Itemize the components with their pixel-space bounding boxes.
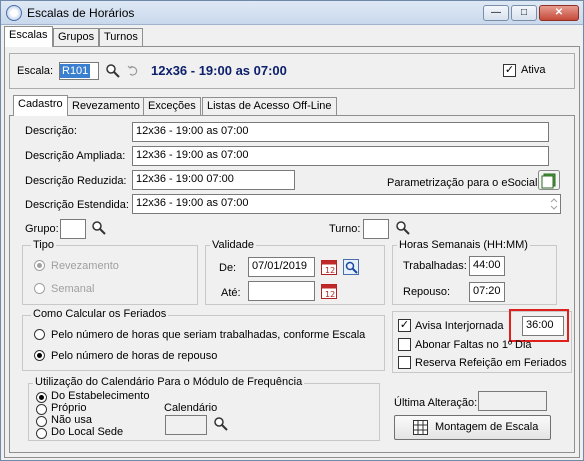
calendario-input xyxy=(165,415,207,435)
reduzida-label: Descrição Reduzida: xyxy=(25,175,127,187)
calendar-icon[interactable]: 12 xyxy=(321,259,337,275)
tipo-semanal-radio[interactable] xyxy=(34,283,45,294)
cal-local-sede-label: Do Local Sede xyxy=(51,426,124,438)
ativa-checkbox[interactable]: ✓ xyxy=(503,64,516,77)
cal-estabelecimento-radio[interactable] xyxy=(36,392,47,403)
ampliada-input[interactable]: 12x36 - 19:00 as 07:00 xyxy=(132,146,549,166)
grupo-search-icon[interactable] xyxy=(91,220,107,236)
validade-legend: Validade xyxy=(210,239,256,251)
cal-proprio-radio[interactable] xyxy=(36,404,47,415)
escalas-window: Escalas de Horários — □ ✕ Escalas Grupos… xyxy=(0,0,584,461)
ate-label: Até: xyxy=(221,287,241,299)
grid-icon xyxy=(413,420,428,435)
svg-text:12: 12 xyxy=(325,290,335,299)
cal-proprio-label: Próprio xyxy=(51,402,87,414)
tab-cadastro[interactable]: Cadastro xyxy=(13,95,68,116)
preview-icon[interactable] xyxy=(343,259,359,275)
tipo-legend: Tipo xyxy=(31,239,56,251)
escala-code-field[interactable]: R101 xyxy=(59,62,99,80)
tipo-semanal-label: Semanal xyxy=(51,283,95,295)
svg-text:12: 12 xyxy=(325,266,335,275)
feriados-repouso-label: Pelo número de horas de repouso xyxy=(51,350,218,362)
tab-listas-acesso[interactable]: Listas de Acesso Off-Line xyxy=(202,97,337,116)
calendario-label: Calendário xyxy=(164,402,218,414)
tab-revezamento[interactable]: Revezamento xyxy=(67,97,145,116)
cal-local-sede-radio[interactable] xyxy=(36,428,47,439)
feriados-group xyxy=(22,315,385,371)
avisa-interjornada-checkbox[interactable]: ✓ xyxy=(398,319,411,332)
cal-nao-usa-radio[interactable] xyxy=(36,416,47,427)
feriados-trabalhadas-label: Pelo número de horas que seriam trabalha… xyxy=(51,329,366,341)
abonar-faltas-label: Abonar Faltas no 1º Dia xyxy=(415,339,532,351)
feriados-repouso-radio[interactable] xyxy=(34,350,45,361)
repouso-label: Repouso: xyxy=(403,286,451,298)
esocial-icon[interactable] xyxy=(538,170,560,190)
ate-date-input[interactable] xyxy=(248,281,315,301)
ampliada-label: Descrição Ampliada: xyxy=(25,150,126,162)
tipo-revezamento-label: Revezamento xyxy=(51,260,119,272)
calendario-legend: Utilização do Calendário Para o Módulo d… xyxy=(33,376,305,388)
tab-grupos[interactable]: Grupos xyxy=(53,28,100,47)
reserva-refeicao-checkbox[interactable] xyxy=(398,356,411,369)
estendida-input[interactable]: 12x36 - 19:00 as 07:00 xyxy=(132,194,561,214)
trabalhadas-label: Trabalhadas: xyxy=(403,260,467,272)
horas-legend: Horas Semanais (HH:MM) xyxy=(397,239,530,251)
turno-input[interactable] xyxy=(363,219,389,239)
turno-label: Turno: xyxy=(329,223,361,235)
grupo-label: Grupo: xyxy=(25,223,59,235)
avisa-interjornada-input[interactable]: 36:00 xyxy=(522,316,564,336)
montagem-escala-label: Montagem de Escala xyxy=(435,421,539,433)
estendida-label: Descrição Estendida: xyxy=(25,199,129,211)
de-label: De: xyxy=(219,262,237,274)
cal-nao-usa-label: Não usa xyxy=(51,414,92,426)
montagem-escala-button[interactable]: Montagem de Escala xyxy=(394,415,551,440)
tab-turnos[interactable]: Turnos xyxy=(99,28,143,47)
ultima-alteracao-label: Última Alteração: xyxy=(394,397,478,409)
reserva-refeicao-label: Reserva Refeição em Feriados xyxy=(415,357,567,369)
tipo-revezamento-radio[interactable] xyxy=(34,260,45,271)
close-button[interactable]: ✕ xyxy=(539,5,579,21)
tab-escalas[interactable]: Escalas xyxy=(4,26,53,47)
trabalhadas-input[interactable]: 44:00 xyxy=(469,256,505,276)
descricao-label: Descrição: xyxy=(25,125,77,137)
repouso-input[interactable]: 07:20 xyxy=(469,282,505,302)
minimize-button[interactable]: — xyxy=(483,5,509,21)
calendario-search-icon[interactable] xyxy=(213,416,229,432)
turno-search-icon[interactable] xyxy=(395,220,411,236)
escala-label: Escala: xyxy=(17,65,54,77)
calendar-ate-icon[interactable]: 12 xyxy=(321,283,337,299)
esocial-label: Parametrização para o eSocial: xyxy=(387,177,541,189)
descricao-input[interactable]: 12x36 - 19:00 as 07:00 xyxy=(132,122,549,142)
feriados-legend: Como Calcular os Feriados xyxy=(31,308,169,320)
tipo-group xyxy=(22,245,198,305)
escala-name: 12x36 - 19:00 as 07:00 xyxy=(151,63,287,78)
scrollbar-icon[interactable] xyxy=(548,196,560,212)
reduzida-input[interactable]: 12x36 - 19:00 07:00 xyxy=(132,170,295,190)
grupo-input[interactable] xyxy=(60,219,86,239)
title-bar: Escalas de Horários — □ ✕ xyxy=(1,1,583,25)
app-icon xyxy=(6,5,22,21)
de-date-input[interactable]: 07/01/2019 xyxy=(248,257,315,277)
window-title: Escalas de Horários xyxy=(27,6,135,20)
ultima-alteracao-field xyxy=(478,391,547,411)
avisa-interjornada-label: Avisa Interjornada xyxy=(415,320,504,332)
ativa-label: Ativa xyxy=(521,64,546,76)
tab-excecoes[interactable]: Exceções xyxy=(143,97,201,116)
cal-estabelecimento-label: Do Estabelecimento xyxy=(51,390,150,402)
search-icon[interactable] xyxy=(105,63,121,79)
refresh-icon[interactable] xyxy=(127,64,139,78)
maximize-button[interactable]: □ xyxy=(511,5,537,21)
abonar-faltas-checkbox[interactable] xyxy=(398,338,411,351)
feriados-trabalhadas-radio[interactable] xyxy=(34,329,45,340)
